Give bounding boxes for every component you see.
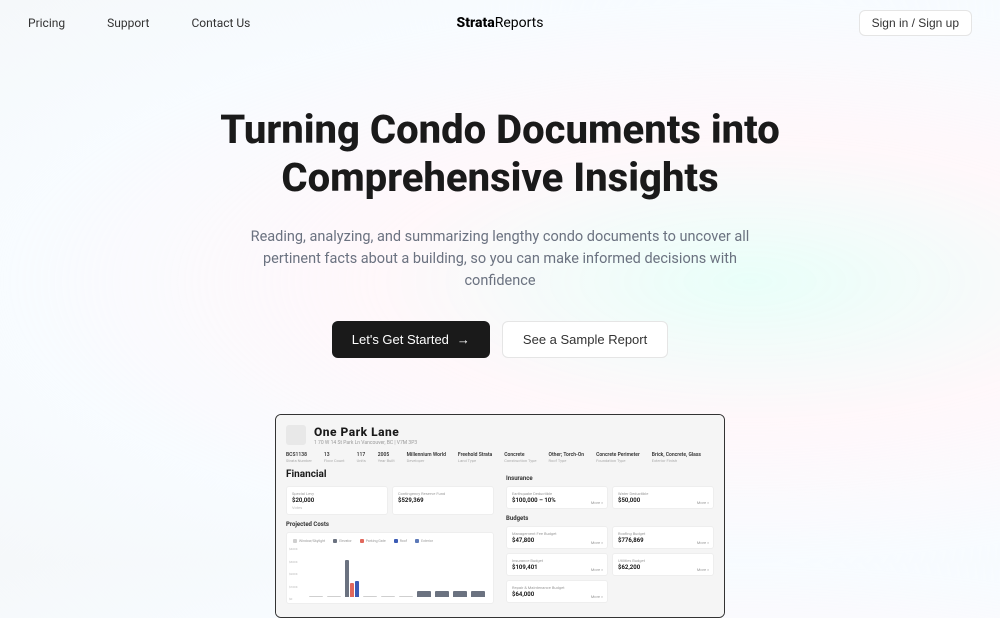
meta-item: Brick, Concrete, GlassExterior Finish [652,452,701,463]
card-roofing: Roofing Budget $776,869 More » [612,526,714,549]
report-columns: Financial Special Levy $20,000 Votes Con… [286,469,714,607]
report-preview: One Park Lane 1 70 W 14 St Park Ln Vanco… [275,414,725,618]
nav-left: Pricing Support Contact Us [28,16,250,30]
header: Pricing Support Contact Us StrataReports… [0,0,1000,46]
meta-item: 2005Year Built [378,452,395,463]
get-started-label: Let's Get Started [352,332,449,347]
insurance-title: Insurance [506,475,714,482]
card-utilities: Utilities Budget $62,200 More » [612,553,714,576]
get-started-button[interactable]: Let's Get Started → [332,321,490,358]
sign-in-button[interactable]: Sign in / Sign up [859,10,972,36]
report-logo-icon [286,425,306,445]
budgets-title: Budgets [506,515,714,522]
report-address: 1 70 W 14 St Park Ln Vancouver, BC | V7M… [314,440,714,446]
card-special-levy: Special Levy $20,000 Votes [286,486,388,515]
hero-section: Turning Condo Documents into Comprehensi… [0,106,1000,358]
logo-bold: Strata [457,15,495,31]
report-inner: One Park Lane 1 70 W 14 St Park Ln Vanco… [276,415,724,617]
report-col-left: Financial Special Levy $20,000 Votes Con… [286,469,494,607]
projected-costs-chart: Window/Skylight Elevator Parking Gate Ro… [286,532,494,604]
meta-item: Freehold StrataLand Type [458,452,492,463]
meta-item: Other; Torch-OnRoof Type [549,452,585,463]
card-mgmt-fee: Management Fee Budget $47,800 More » [506,526,608,549]
hero-title: Turning Condo Documents into Comprehensi… [100,106,900,202]
meta-item: BCS1138Strata Number [286,452,312,463]
card-insurance: Insurance Budget $109,401 More » [506,553,608,576]
chart-legend: Window/Skylight Elevator Parking Gate Ro… [293,539,487,543]
logo[interactable]: StrataReports [457,15,544,31]
report-meta: BCS1138Strata Number 13Floor Count 117Un… [286,452,714,463]
card-water: Water Deductible $50,000 More » [612,486,714,509]
nav-link-support[interactable]: Support [107,16,149,30]
report-header: One Park Lane 1 70 W 14 St Park Ln Vanco… [286,425,714,446]
report-col-right: Insurance Earthquake Deductible $100,000… [506,469,714,607]
card-crf: Contingency Reserve Fund $529,369 [392,486,494,515]
projected-costs-title: Projected Costs [286,521,494,528]
meta-item: Millennium WorldDeveloper [407,452,446,463]
meta-item: ConcreteConstruction Type [504,452,536,463]
nav-link-contact[interactable]: Contact Us [191,16,250,30]
meta-item: 13Floor Count [324,452,345,463]
card-earthquake: Earthquake Deductible $100,000 – 10% Mor… [506,486,608,509]
logo-light: Reports [495,15,544,31]
sample-report-button[interactable]: See a Sample Report [502,321,668,358]
hero-subtitle: Reading, analyzing, and summarizing leng… [240,226,760,291]
arrow-right-icon: → [457,332,470,347]
cta-buttons: Let's Get Started → See a Sample Report [100,321,900,358]
meta-item: 117Units [357,452,366,463]
financial-title: Financial [286,469,494,480]
report-title: One Park Lane [314,425,714,439]
card-repair: Repair & Maintenance Budget $64,000 More… [506,580,608,603]
nav-link-pricing[interactable]: Pricing [28,16,65,30]
meta-item: Concrete PerimeterFoundation Type [596,452,640,463]
